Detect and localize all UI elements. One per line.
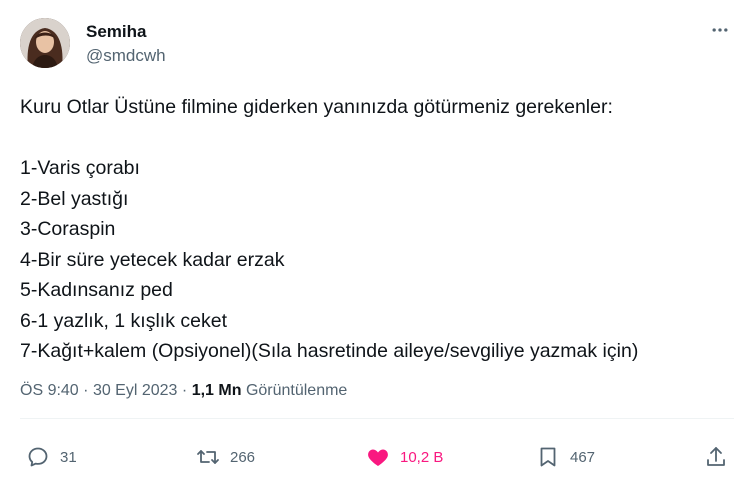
views-label: Görüntülenme: [245, 382, 348, 399]
share-icon: [707, 447, 725, 466]
tweet-item-6: 6-1 yazlık, 1 kışlık ceket: [20, 309, 227, 332]
avatar[interactable]: [20, 18, 70, 68]
tweet-header: Semiha @smdcwh: [20, 16, 734, 72]
more-icon: [712, 28, 728, 32]
divider: [20, 418, 734, 419]
tweet-item-2: 2-Bel yastığı: [20, 187, 129, 210]
bookmark-button[interactable]: 467: [536, 440, 595, 474]
tweet-text: Kuru Otlar Üstüne filmine giderken yanın…: [20, 92, 735, 367]
reply-count: 31: [60, 448, 77, 466]
reply-button[interactable]: 31: [26, 440, 77, 474]
meta-separator: ·: [181, 382, 188, 399]
tweet-item-3: 3-Coraspin: [20, 218, 116, 240]
meta-separator: ·: [83, 382, 89, 399]
bookmark-count: 467: [570, 448, 596, 466]
retweet-icon: [197, 450, 219, 464]
views-count: 1,1 Mn: [191, 382, 242, 399]
reply-icon: [28, 447, 48, 467]
like-button[interactable]: 10,2 B: [366, 440, 443, 474]
tweet-intro: Kuru Otlar Üstüne filmine giderken yanın…: [20, 96, 613, 118]
author-handle[interactable]: @smdcwh: [86, 46, 166, 66]
tweet-item-4: 4-Bir süre yetecek kadar erzak: [20, 248, 285, 271]
tweet-time[interactable]: ÖS 9:40: [20, 382, 79, 399]
retweet-count: 266: [230, 448, 256, 466]
heart-icon: [368, 449, 388, 466]
tweet-meta: ÖS 9:40 · 30 Eyl 2023 · 1,1 Mn Görüntüle…: [20, 382, 347, 400]
retweet-button[interactable]: 266: [196, 440, 255, 474]
tweet-item-1: 1-Varis çorabı: [20, 157, 140, 179]
tweet-item-5: 5-Kadınsanız ped: [20, 279, 173, 301]
share-button[interactable]: [704, 440, 728, 474]
bookmark-icon: [540, 447, 556, 467]
tweet-date[interactable]: 30 Eyl 2023: [93, 382, 178, 399]
like-count: 10,2 B: [400, 448, 444, 466]
tweet-item-7: 7-Kağıt+kalem (Opsiyonel)(Sıla hasretind…: [20, 340, 639, 362]
more-options-button[interactable]: [706, 20, 734, 40]
author-display-name[interactable]: Semiha: [86, 22, 146, 42]
line-spacer: [20, 123, 735, 154]
action-bar: 31 266 10,2 B 467: [0, 440, 750, 474]
